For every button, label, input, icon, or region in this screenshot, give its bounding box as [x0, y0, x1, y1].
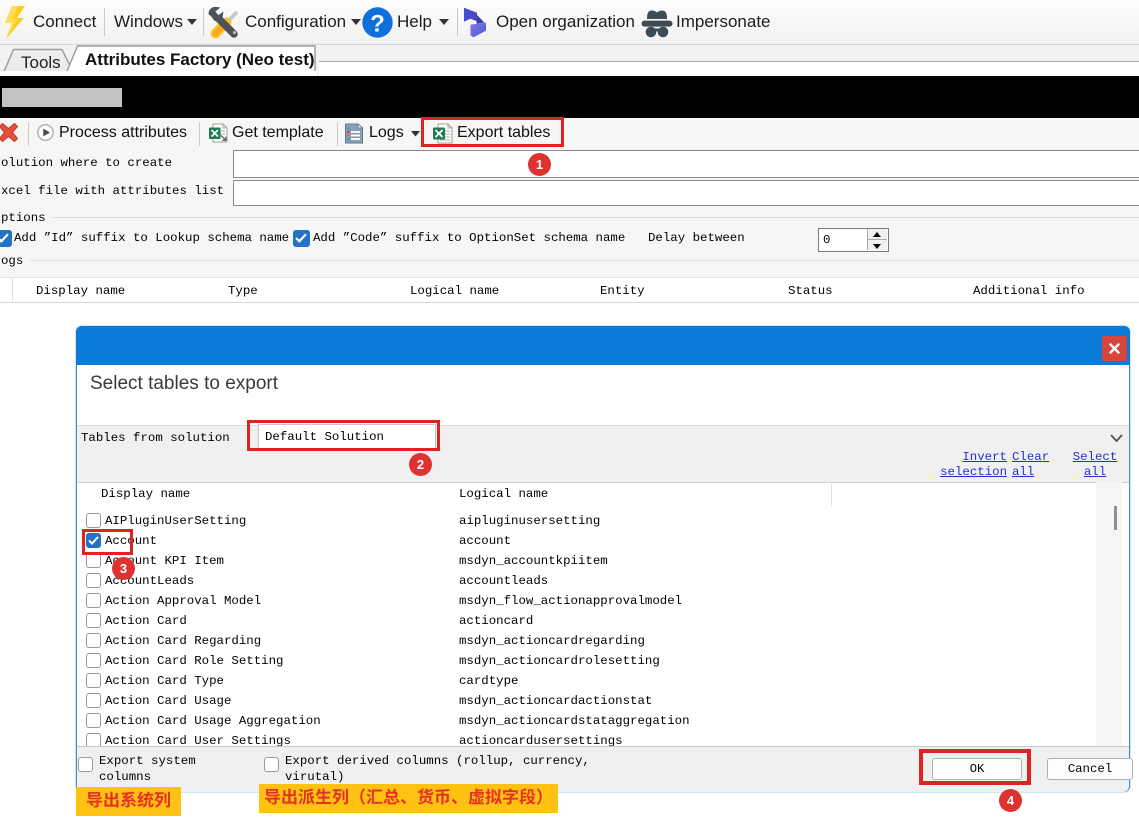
svg-text:?: ?: [370, 11, 385, 38]
